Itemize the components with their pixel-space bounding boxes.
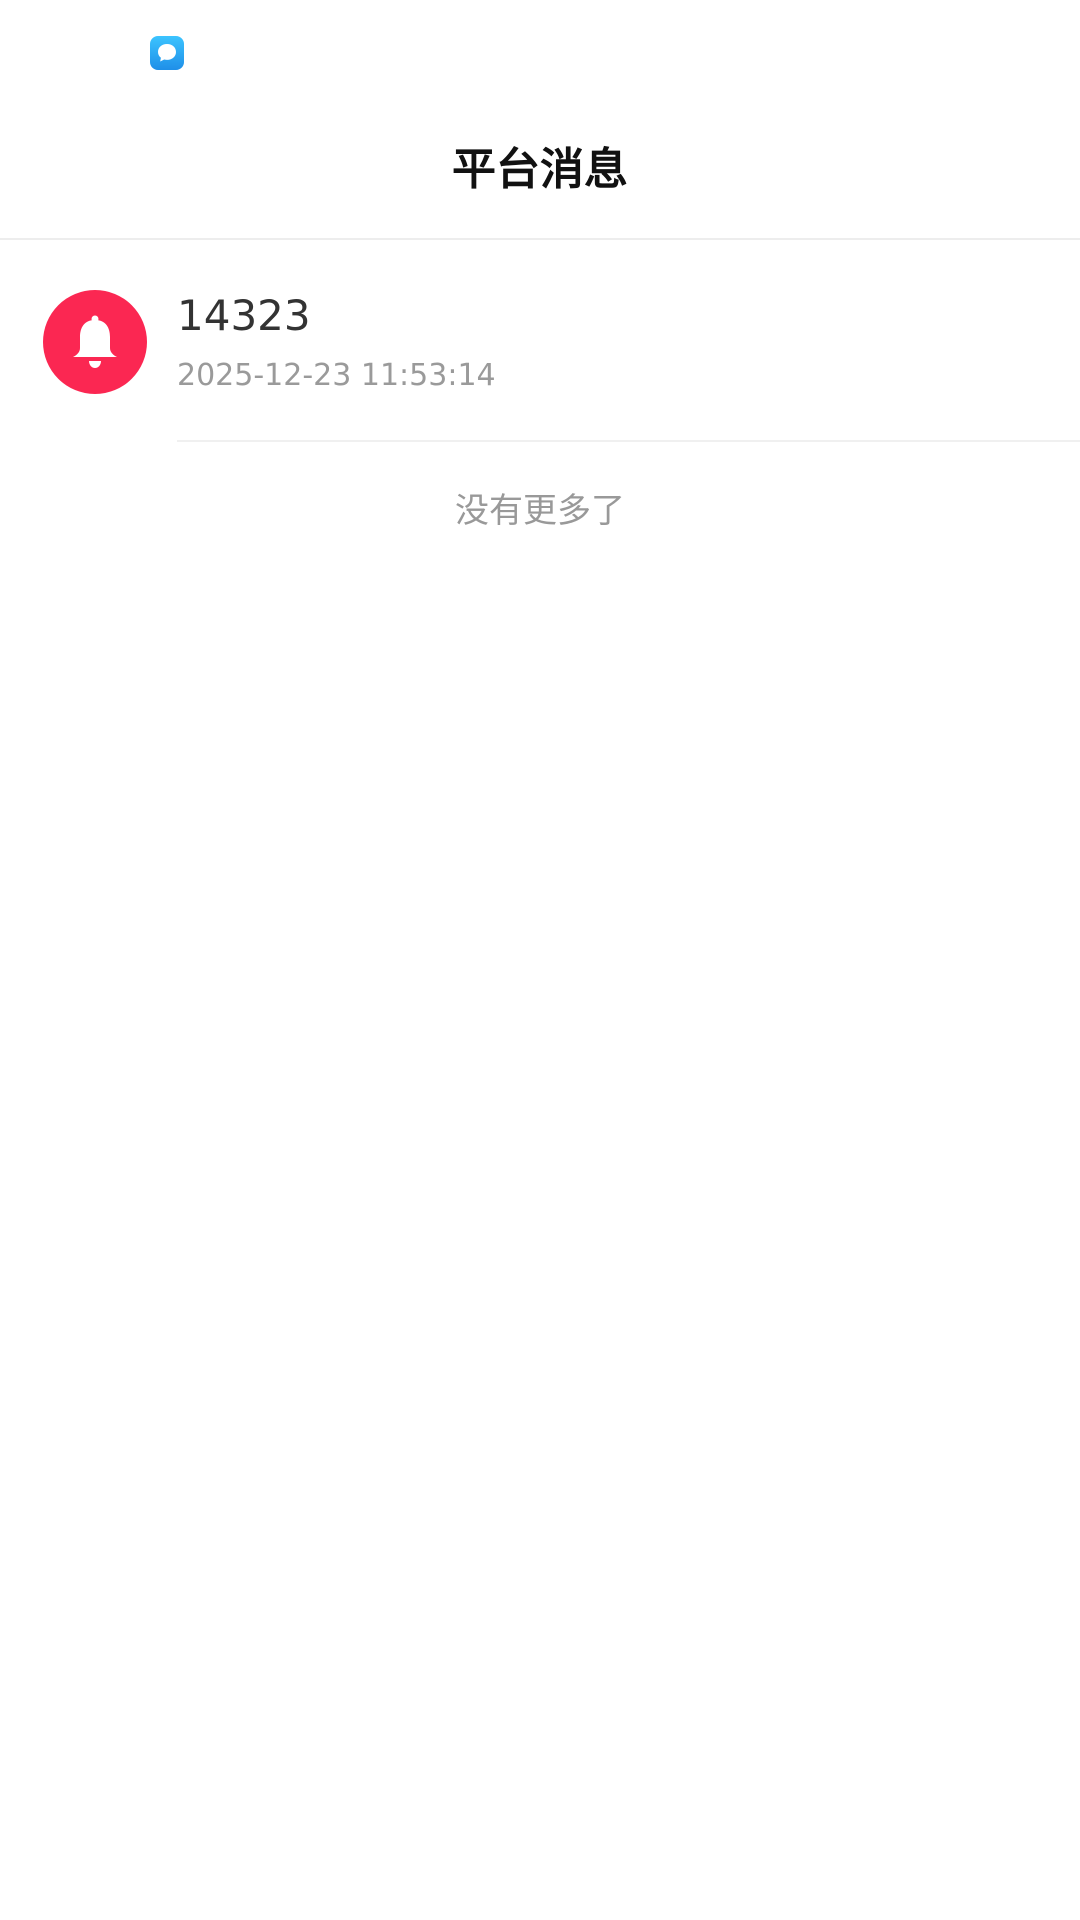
bell-avatar bbox=[43, 290, 147, 394]
divider bbox=[177, 440, 1080, 442]
chat-bubble-icon bbox=[150, 36, 184, 70]
header: 平台消息 bbox=[0, 100, 1080, 240]
message-list: 14323 2025-12-23 11:53:14 bbox=[0, 242, 1080, 442]
bell-icon bbox=[73, 315, 117, 368]
message-title: 14323 bbox=[177, 291, 311, 340]
list-item[interactable]: 14323 2025-12-23 11:53:14 bbox=[0, 242, 1080, 442]
message-time: 2025-12-23 11:53:14 bbox=[177, 358, 496, 393]
status-bar bbox=[0, 0, 1080, 100]
no-more-text: 没有更多了 bbox=[455, 491, 625, 531]
page-title: 平台消息 bbox=[452, 144, 628, 195]
